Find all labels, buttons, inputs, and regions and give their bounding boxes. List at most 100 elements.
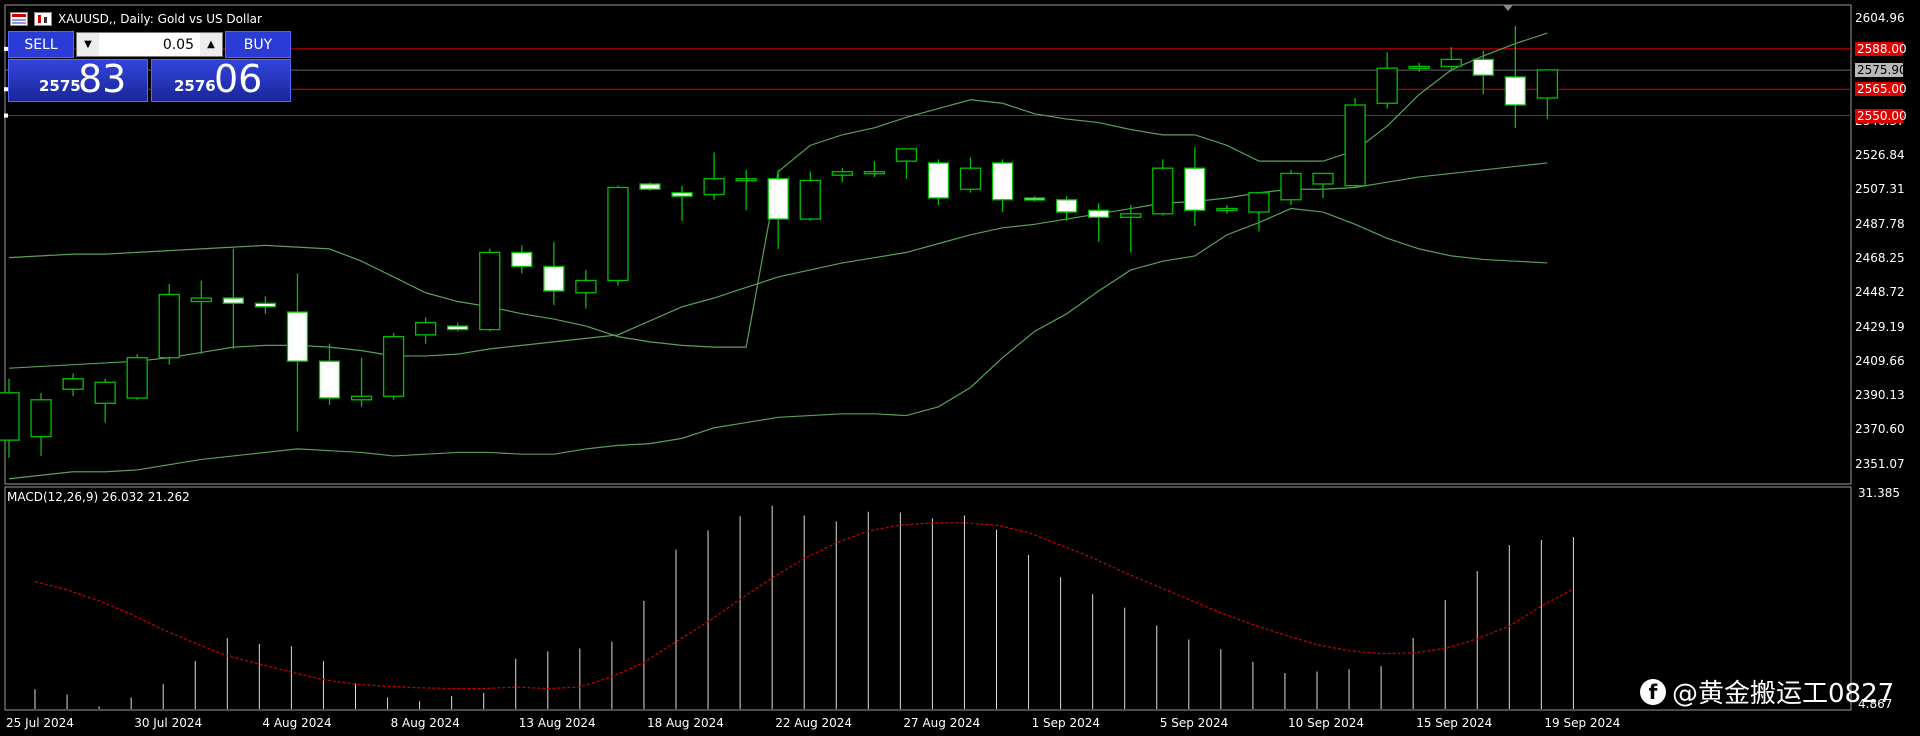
candle-body [1408, 65, 1430, 70]
date-axis-label: 13 Aug 2024 [518, 716, 596, 730]
candle-body [735, 178, 757, 182]
date-axis-label: 10 Sep 2024 [1288, 716, 1365, 730]
candle [158, 283, 180, 365]
candle-body [767, 178, 789, 220]
candle [927, 159, 950, 206]
candle [575, 269, 597, 309]
candle [1536, 69, 1559, 120]
candle-body [607, 186, 629, 282]
candle-body [447, 325, 469, 331]
candle [1344, 97, 1366, 188]
macd-histogram [34, 505, 1574, 709]
price-scale-label: 2448.72 [1855, 285, 1905, 300]
candle-body [1504, 76, 1526, 106]
chart-canvas[interactable] [0, 0, 1920, 736]
candle [543, 241, 565, 306]
one-click-trading-panel: SELL ▼ 0.05 ▲ BUY 2575 83 2576 06 [8, 31, 291, 103]
watermark-text: @黄金搬运工0827 [1672, 679, 1895, 709]
candle-body [1440, 58, 1462, 68]
lot-decrease-icon[interactable]: ▼ [77, 33, 99, 56]
price-tag: 2550.00 [1855, 108, 1907, 123]
macd-scale-top: 31.385 [1858, 486, 1900, 500]
candle [414, 317, 437, 344]
lot-size-input[interactable]: 0.05 [99, 37, 200, 53]
candle [895, 148, 918, 179]
candle-body [382, 335, 405, 397]
date-axis-label: 8 Aug 2024 [390, 716, 460, 730]
candle-body [1152, 167, 1174, 215]
lot-size-stepper[interactable]: ▼ 0.05 ▲ [76, 32, 223, 57]
candle [447, 322, 469, 332]
price-scale-label: 2507.31 [1855, 182, 1905, 197]
chart-grid-icon [10, 12, 28, 26]
candle [190, 280, 212, 355]
level-anchor-handle [4, 113, 8, 118]
candle [1280, 169, 1302, 206]
candle-body [62, 378, 84, 390]
candle-body [190, 297, 212, 303]
sell-price-prefix: 2575 [39, 77, 81, 95]
date-axis-label: 30 Jul 2024 [134, 716, 203, 730]
candle [799, 171, 821, 221]
candle [126, 354, 148, 400]
candle-body [1312, 172, 1334, 185]
price-scale-label: 2604.96 [1855, 11, 1905, 26]
price-tag: 2588.00 [1855, 41, 1907, 56]
candle-body [1376, 67, 1398, 104]
candle-body [1056, 199, 1078, 213]
buy-price-pips: 06 [214, 57, 263, 101]
price-tag: 2575.90 [1855, 63, 1907, 78]
date-axis-label: 18 Aug 2024 [647, 716, 724, 730]
chart-borders [4, 4, 1852, 711]
candle-body [414, 321, 437, 336]
candle-body [991, 162, 1014, 201]
lot-increase-icon[interactable]: ▲ [200, 33, 222, 56]
candle-body [543, 265, 565, 292]
buy-button[interactable]: BUY [225, 31, 291, 58]
candle [991, 159, 1014, 213]
candle-body [703, 178, 725, 196]
buy-price-quote[interactable]: 2576 06 [151, 57, 291, 102]
candle-body [1280, 172, 1302, 201]
candle-body [863, 171, 885, 175]
candle [1376, 52, 1398, 109]
candle [30, 392, 52, 456]
candle-body [1120, 213, 1142, 218]
mt4-chart-window: XAUUSD,, Daily: Gold vs US Dollar SELL ▼… [0, 0, 1920, 736]
price-scale-label: 2370.60 [1855, 422, 1905, 437]
candle-body [254, 302, 277, 308]
candle [0, 378, 20, 458]
candle-body [479, 251, 501, 331]
price-scale-label: 2487.78 [1855, 216, 1905, 231]
date-axis-label: 15 Sep 2024 [1416, 716, 1493, 730]
macd-chart-frame [4, 486, 1852, 711]
candle [382, 333, 405, 400]
date-axis-label: 5 Sep 2024 [1159, 716, 1229, 730]
candle-body [927, 162, 950, 199]
price-scale-label: 2409.66 [1855, 353, 1905, 368]
price-scale-label: 2468.25 [1855, 250, 1905, 265]
candle-body [895, 148, 918, 162]
candle [959, 157, 982, 193]
candle [1184, 147, 1206, 227]
candle-body [575, 279, 597, 294]
candle [254, 296, 277, 314]
candle [607, 185, 629, 286]
candle [639, 182, 661, 191]
candle [62, 373, 84, 397]
candle-body [1216, 207, 1238, 212]
candle-body [639, 183, 661, 190]
buy-price-prefix: 2576 [174, 77, 216, 95]
sell-button[interactable]: SELL [8, 31, 74, 58]
candle [350, 357, 373, 407]
candle [735, 169, 757, 211]
candle-body [0, 392, 20, 441]
sell-price-quote[interactable]: 2575 83 [8, 57, 148, 102]
price-scale-label: 2526.84 [1855, 148, 1905, 163]
candle [671, 185, 693, 221]
candle-body [30, 399, 52, 438]
price-scale-label: 2390.13 [1855, 388, 1905, 403]
candle-body [94, 381, 116, 404]
macd-indicator-label: MACD(12,26,9) 26.032 21.262 [7, 490, 190, 504]
candle-body [222, 297, 245, 304]
